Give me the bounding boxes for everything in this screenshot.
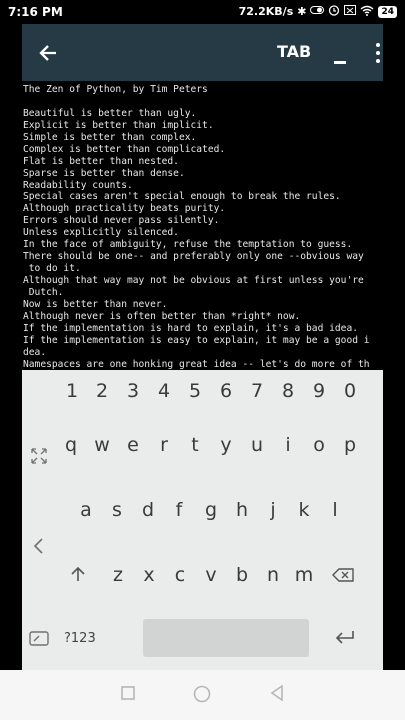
number-key[interactable]: 3 (123, 380, 143, 402)
back-nav-button[interactable] (270, 684, 284, 705)
collapse-left-icon[interactable] (32, 537, 44, 559)
network-speed: 72.2KB/s (238, 5, 294, 18)
circle-icon (193, 685, 211, 703)
letter-key[interactable]: f (163, 499, 195, 521)
letter-key[interactable]: z (102, 564, 134, 586)
shift-key[interactable] (70, 566, 86, 586)
status-icons: 72.2KB/s ✱ 24 (239, 4, 397, 19)
terminal-line: In the face of ambiguity, refuse the tem… (23, 239, 353, 251)
terminal-line: Errors should never pass silently. (23, 215, 220, 227)
alarm-icon (328, 4, 340, 19)
terminal-output[interactable]: The Zen of Python, by Tim Peters Beautifu… (22, 81, 383, 370)
letter-key[interactable]: j (257, 499, 289, 521)
shift-arrow-icon (71, 566, 85, 581)
terminal-line: to do it. (23, 263, 81, 275)
arrow-left-icon (39, 45, 56, 61)
letter-key[interactable]: u (241, 434, 273, 456)
letter-key[interactable]: b (226, 564, 258, 586)
number-key[interactable]: 2 (92, 380, 112, 402)
space-bar[interactable] (143, 619, 309, 657)
terminal-line: The Zen of Python, by Tim Peters (23, 84, 208, 95)
number-key[interactable]: 1 (62, 380, 82, 402)
number-key[interactable]: 4 (154, 380, 174, 402)
terminal-line: Although that way may not be obvious at … (23, 275, 364, 286)
terminal-line: Explicit is better than implicit. (23, 119, 214, 131)
letter-key[interactable]: p (334, 434, 366, 456)
terminal-line: Dutch. (23, 286, 64, 298)
terminal-line: If the implementation is easy to explain… (23, 334, 370, 346)
terminal-line: Simple is better than complex. (23, 131, 197, 143)
letter-key[interactable]: t (179, 434, 211, 456)
bluetooth-icon: ✱ (297, 4, 307, 18)
expand-keyboard-icon[interactable] (30, 447, 48, 469)
terminal-line: Although never is often better than *rig… (23, 310, 301, 322)
terminal-line: There should be one-- and preferably onl… (23, 251, 364, 263)
terminal-line: If the implementation is hard to explain… (23, 322, 359, 334)
back-button[interactable] (36, 40, 62, 66)
wifi-icon (360, 5, 374, 19)
minimize-button[interactable] (334, 44, 348, 64)
letter-key[interactable]: q (55, 434, 87, 456)
letter-key[interactable]: o (303, 434, 335, 456)
number-key[interactable]: 5 (185, 380, 205, 402)
terminal-line: Sparse is better than dense. (23, 167, 185, 179)
backspace-icon (332, 568, 354, 582)
soft-keyboard: 1234567890 qwertyuiop asdfghjkl zxcvbnm … (22, 370, 383, 670)
battery-icon: 24 (378, 5, 397, 18)
letter-key[interactable]: c (164, 564, 196, 586)
status-bar: 7:16 PM 72.2KB/s ✱ 24 (0, 0, 405, 24)
enter-icon (335, 631, 354, 644)
terminal-line: dea. (23, 346, 47, 358)
terminal-line: Now is better than never. (23, 298, 168, 310)
home-button[interactable] (193, 685, 211, 707)
letter-key[interactable]: i (272, 434, 304, 456)
letter-key[interactable]: n (257, 564, 289, 586)
terminal-line: Complex is better than complicated. (23, 143, 226, 155)
toggle-icon (310, 5, 325, 18)
letter-key[interactable]: x (133, 564, 165, 586)
letter-key[interactable]: g (195, 499, 227, 521)
letter-key[interactable]: a (70, 499, 102, 521)
enter-key[interactable] (335, 629, 355, 649)
number-key[interactable]: 9 (309, 380, 329, 402)
navigation-bar (0, 670, 405, 720)
letter-key[interactable]: w (86, 434, 118, 456)
terminal-line: Although practicality beats purity. (23, 203, 226, 215)
terminal-line: Unless explicitly silenced. (23, 227, 179, 239)
letter-key[interactable]: h (226, 499, 258, 521)
keyboard-settings-icon[interactable] (29, 629, 49, 651)
letter-key[interactable]: l (319, 499, 351, 521)
number-key[interactable]: 0 (340, 380, 360, 402)
delete-key[interactable] (332, 567, 354, 586)
terminal-line: Readability counts. (23, 179, 133, 191)
number-row: 1234567890 (22, 370, 383, 412)
terminal-line: Special cases aren't special enough to b… (23, 191, 341, 203)
square-icon (121, 686, 135, 700)
letter-key[interactable]: m (288, 564, 320, 586)
number-key[interactable]: 6 (216, 380, 236, 402)
more-options-button[interactable] (376, 43, 382, 63)
back-triangle-icon (270, 684, 283, 702)
letter-key[interactable]: v (195, 564, 227, 586)
terminal-line: Beautiful is better than ugly. (23, 107, 197, 119)
letter-key[interactable]: s (101, 499, 133, 521)
terminal-line: Namespaces are one honking great idea --… (23, 358, 370, 370)
recents-button[interactable] (121, 685, 135, 704)
x-box-icon (344, 4, 357, 19)
letter-key[interactable]: d (132, 499, 164, 521)
letter-key[interactable]: k (288, 499, 320, 521)
tab-button[interactable]: TAB (277, 42, 311, 61)
letter-key[interactable]: y (210, 434, 242, 456)
terminal-line: Flat is better than nested. (23, 155, 179, 167)
letter-key[interactable]: e (117, 434, 149, 456)
letter-key[interactable]: r (148, 434, 180, 456)
number-key[interactable]: 8 (278, 380, 298, 402)
symbols-key[interactable]: ?123 (64, 631, 96, 646)
app-bar: TAB (22, 24, 383, 81)
number-key[interactable]: 7 (247, 380, 267, 402)
status-time: 7:16 PM (8, 5, 63, 19)
